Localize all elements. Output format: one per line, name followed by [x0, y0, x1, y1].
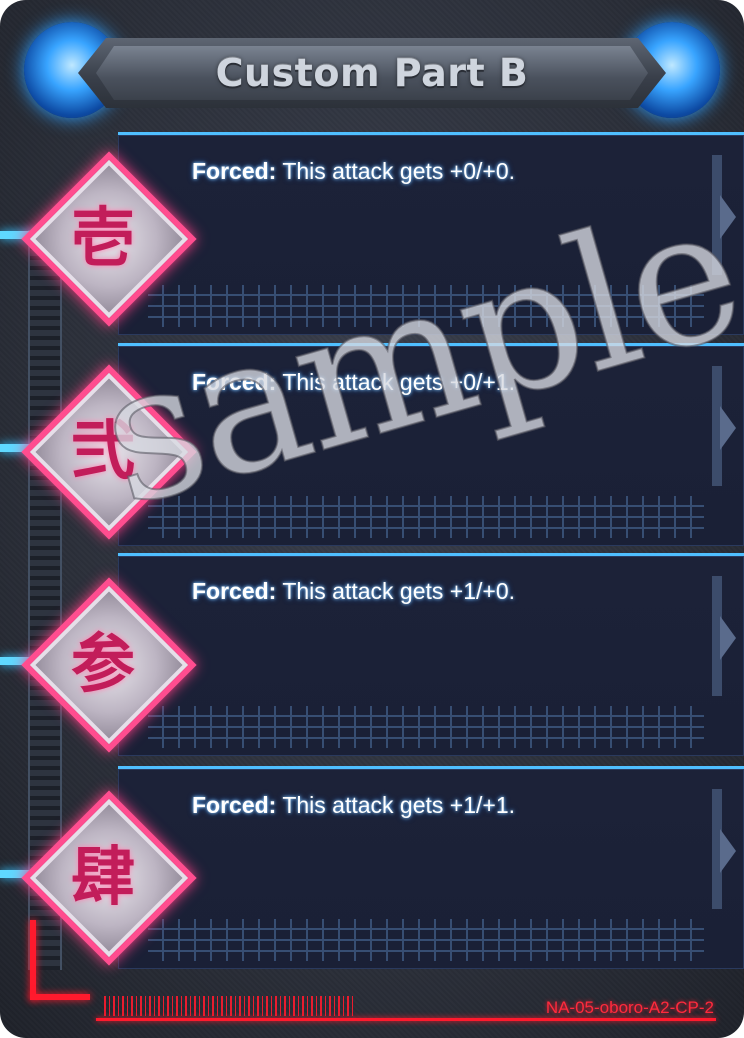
- numeral-glyph: 壱: [71, 201, 135, 276]
- arrow-right-icon: [720, 195, 736, 239]
- footer-corner-horizontal: [30, 994, 90, 1000]
- ability-text-1: Forced: This attack gets +0/+0.: [192, 158, 515, 185]
- card-code: NA-05-oboro-A2-CP-2: [545, 998, 714, 1017]
- ability-text-3: Forced: This attack gets +1/+0.: [192, 578, 515, 605]
- numeral-diamond-3: 参: [21, 577, 197, 753]
- numeral-diamond-4: 肆: [21, 790, 197, 966]
- ability-keyword: Forced:: [192, 792, 277, 818]
- arrow-right-icon: [720, 616, 736, 660]
- arrow-right-icon: [720, 406, 736, 450]
- ability-effect: This attack gets +1/+0.: [276, 578, 516, 604]
- numeral-glyph: 参: [71, 627, 135, 702]
- ability-keyword: Forced:: [192, 158, 277, 184]
- ability-effect: This attack gets +0/+0.: [276, 158, 516, 184]
- barcode-icon: [104, 996, 354, 1016]
- ability-effect: This attack gets +1/+1.: [276, 792, 516, 818]
- numeral-diamond-1: 壱: [21, 151, 197, 327]
- arrow-right-icon: [720, 829, 736, 873]
- numeral-glyph: 肆: [71, 840, 135, 915]
- footer-corner-vertical: [30, 920, 36, 1000]
- footer-rule: [96, 1018, 716, 1021]
- card: Custom Part B Forced: This attack gets +…: [0, 0, 744, 1038]
- card-title: Custom Part B: [215, 51, 529, 95]
- ability-text-4: Forced: This attack gets +1/+1.: [192, 792, 515, 819]
- ability-keyword: Forced:: [192, 578, 277, 604]
